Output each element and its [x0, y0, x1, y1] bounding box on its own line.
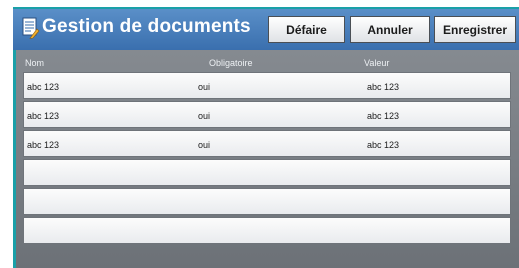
column-header-nom: Nom — [25, 58, 45, 68]
save-button[interactable]: Enregistrer — [434, 16, 516, 43]
table-row[interactable] — [23, 159, 511, 186]
cell-valeur: abc 123 — [367, 111, 400, 121]
table-row[interactable]: abc 123 oui abc 123 — [23, 101, 511, 128]
cancel-button[interactable]: Annuler — [350, 16, 430, 43]
cell-obligatoire: oui — [198, 140, 211, 150]
cell-obligatoire: oui — [198, 82, 211, 92]
cell-valeur: abc 123 — [367, 82, 400, 92]
table-row[interactable]: abc 123 oui abc 123 — [23, 72, 511, 99]
cell-nom: abc 123 — [27, 140, 60, 150]
table-row[interactable]: abc 123 oui abc 123 — [23, 130, 511, 157]
table-header: Nom Obligatoire Valeur — [23, 58, 513, 70]
cell-nom: abc 123 — [27, 111, 60, 121]
table-row[interactable] — [23, 217, 511, 244]
cell-valeur: abc 123 — [367, 140, 400, 150]
document-edit-icon — [22, 17, 40, 39]
undo-button[interactable]: Défaire — [268, 16, 345, 43]
table-row[interactable] — [23, 188, 511, 215]
column-header-valeur: Valeur — [364, 58, 390, 68]
cell-nom: abc 123 — [27, 82, 60, 92]
column-header-obligatoire: Obligatoire — [209, 58, 253, 68]
page-title: Gestion de documents — [42, 16, 251, 37]
cell-obligatoire: oui — [198, 111, 211, 121]
